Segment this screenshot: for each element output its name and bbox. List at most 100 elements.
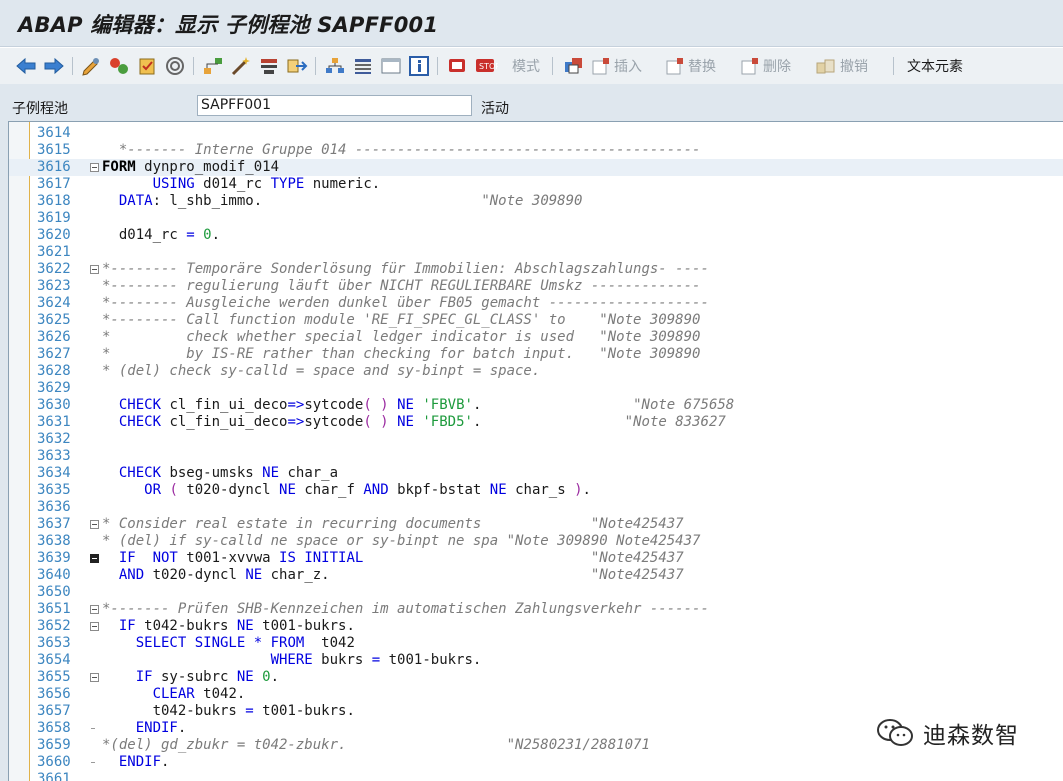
- collapse-block-icon[interactable]: [90, 605, 99, 614]
- code-token: 'FBD5': [422, 414, 473, 430]
- code-editor[interactable]: 3614 3615 *------- Interne Gruppe 014 ---…: [8, 121, 1063, 781]
- code-token: ): [574, 482, 583, 498]
- collapse-block-icon[interactable]: [90, 520, 99, 529]
- code-line[interactable]: 3630 CHECK cl_fin_ui_deco=>sytcode( ) NE…: [9, 397, 1063, 414]
- undo-button[interactable]: 撤销: [816, 54, 868, 78]
- code-line[interactable]: 3635 OR ( t020-dyncl NE char_f AND bkpf-…: [9, 482, 1063, 499]
- code-token: =: [371, 652, 381, 668]
- code-token: =: [186, 227, 195, 243]
- breakpoint-icon[interactable]: [445, 54, 469, 78]
- code-token: .: [472, 414, 625, 430]
- forward-arrow-icon[interactable]: [42, 54, 66, 78]
- check-object-icon[interactable]: [135, 54, 159, 78]
- code-line[interactable]: 3654 WHERE bukrs = t001-bukrs.: [9, 652, 1063, 669]
- code-token: AND: [118, 567, 145, 583]
- watermark: 迪森数智: [875, 716, 1019, 750]
- text-elements-button[interactable]: 文本元素: [907, 54, 963, 78]
- line-number: 3654: [37, 652, 71, 668]
- code-text: SELECT SINGLE * FROM t042: [102, 635, 355, 652]
- back-arrow-icon[interactable]: [14, 54, 38, 78]
- hierarchy-icon[interactable]: [201, 54, 225, 78]
- code-text: *-------- Call function module 'RE_FI_SP…: [102, 312, 700, 329]
- code-text: CHECK cl_fin_ui_deco=>sytcode( ) NE 'FBV…: [102, 397, 734, 414]
- code-token: numeric.: [304, 176, 381, 192]
- code-line[interactable]: 3626 * check whether special ledger indic…: [9, 329, 1063, 346]
- fullscreen-icon[interactable]: [379, 54, 403, 78]
- code-line[interactable]: 3616 FORM dynpro_modif_014: [9, 159, 1063, 176]
- code-token: char_s: [506, 482, 575, 498]
- program-name-field[interactable]: SAPFF001: [197, 95, 472, 116]
- code-token: t042.: [194, 686, 246, 702]
- code-line[interactable]: 3633: [9, 448, 1063, 465]
- code-token: FORM: [102, 159, 136, 175]
- code-line[interactable]: 3622 *-------- Temporäre Sonderlösung für…: [9, 261, 1063, 278]
- expand-block-icon[interactable]: [90, 554, 99, 563]
- code-line[interactable]: 3628 * (del) check sy-calld = space and s…: [9, 363, 1063, 380]
- navigate-icon[interactable]: [285, 54, 309, 78]
- pattern-icon[interactable]: [562, 54, 586, 78]
- code-line[interactable]: 3651 *------- Prüfen SHB-Kennzeichen im a…: [9, 601, 1063, 618]
- code-text: *-------- regulierung läuft über NICHT R…: [102, 278, 700, 295]
- code-line[interactable]: 3631 CHECK cl_fin_ui_deco=>sytcode( ) NE…: [9, 414, 1063, 431]
- code-line[interactable]: 3629: [9, 380, 1063, 397]
- collapse-block-icon[interactable]: [90, 673, 99, 682]
- code-line[interactable]: 3652 IF t042-bukrs NE t001-bukrs.: [9, 618, 1063, 635]
- undo-label: 撤销: [840, 59, 868, 75]
- code-text: *-------- Ausgleiche werden dunkel über …: [102, 295, 709, 312]
- code-line[interactable]: 3625 *-------- Call function module 'RE_F…: [9, 312, 1063, 329]
- line-number: 3621: [37, 244, 71, 260]
- code-line[interactable]: 3617 USING d014_rc TYPE numeric.: [9, 176, 1063, 193]
- code-token: .: [161, 754, 170, 770]
- code-line[interactable]: 3640 AND t020-dyncl NE char_z. "Note4254…: [9, 567, 1063, 584]
- collapse-block-icon[interactable]: [90, 265, 99, 274]
- code-line[interactable]: 3637 * Consider real estate in recurring …: [9, 516, 1063, 533]
- object-list-icon[interactable]: [323, 54, 347, 78]
- code-line[interactable]: 3619: [9, 210, 1063, 227]
- code-line[interactable]: 3624 *-------- Ausgleiche werden dunkel ü…: [9, 295, 1063, 312]
- magic-wand-icon[interactable]: [229, 54, 253, 78]
- mode-button[interactable]: 模式: [508, 54, 540, 78]
- code-text: ENDIF.: [102, 720, 187, 737]
- code-line[interactable]: 3655 IF sy-subrc NE 0.: [9, 669, 1063, 686]
- code-line[interactable]: 3650: [9, 584, 1063, 601]
- code-line[interactable]: 3639 IF NOT t001-xvvwa IS INITIAL "Note4…: [9, 550, 1063, 567]
- code-line[interactable]: 3614: [9, 125, 1063, 142]
- activate-icon[interactable]: [107, 54, 131, 78]
- line-number: 3622: [37, 261, 71, 277]
- code-line[interactable]: 3634 CHECK bseg-umsks NE char_a: [9, 465, 1063, 482]
- display-change-icon[interactable]: [80, 54, 104, 78]
- code-line[interactable]: 3615 *------- Interne Gruppe 014 -------…: [9, 142, 1063, 159]
- line-number: 3619: [37, 210, 71, 226]
- session-breakpoint-icon[interactable]: STOP: [473, 54, 499, 78]
- code-line[interactable]: 3621: [9, 244, 1063, 261]
- replace-button[interactable]: 替换: [666, 54, 716, 78]
- code-line[interactable]: 3618 DATA: l_shb_immo. "Note 309890: [9, 193, 1063, 210]
- where-used-icon[interactable]: [163, 54, 187, 78]
- code-line[interactable]: 3620 d014_rc = 0.: [9, 227, 1063, 244]
- code-line[interactable]: 3623 *-------- regulierung läuft über NIC…: [9, 278, 1063, 295]
- code-line[interactable]: 3632: [9, 431, 1063, 448]
- code-line[interactable]: 3636: [9, 499, 1063, 516]
- pretty-printer-icon[interactable]: [257, 54, 281, 78]
- code-line[interactable]: 3653 SELECT SINGLE * FROM t042: [9, 635, 1063, 652]
- code-token: d014_rc: [102, 227, 187, 243]
- info-icon[interactable]: [407, 54, 431, 78]
- code-text: * Consider real estate in recurring docu…: [102, 516, 684, 533]
- delete-button[interactable]: 删除: [741, 54, 791, 78]
- code-token: t042-bukrs: [135, 618, 237, 634]
- code-line[interactable]: 3627 * by IS-RE rather than checking for …: [9, 346, 1063, 363]
- collapse-block-icon[interactable]: [90, 622, 99, 631]
- code-token: : l_shb_immo.: [152, 193, 482, 209]
- code-token: * check whether special ledger indicator…: [102, 329, 701, 345]
- layout-icon[interactable]: [351, 54, 375, 78]
- code-line[interactable]: 3660 ENDIF.: [9, 754, 1063, 771]
- code-token: NE: [245, 567, 263, 583]
- code-line[interactable]: 3656 CLEAR t042.: [9, 686, 1063, 703]
- collapse-block-icon[interactable]: [90, 163, 99, 172]
- insert-button[interactable]: 插入: [592, 54, 642, 78]
- code-line[interactable]: 3638 * (del) if sy-calld ne space or sy-b…: [9, 533, 1063, 550]
- code-token: "Note 309890: [481, 193, 583, 209]
